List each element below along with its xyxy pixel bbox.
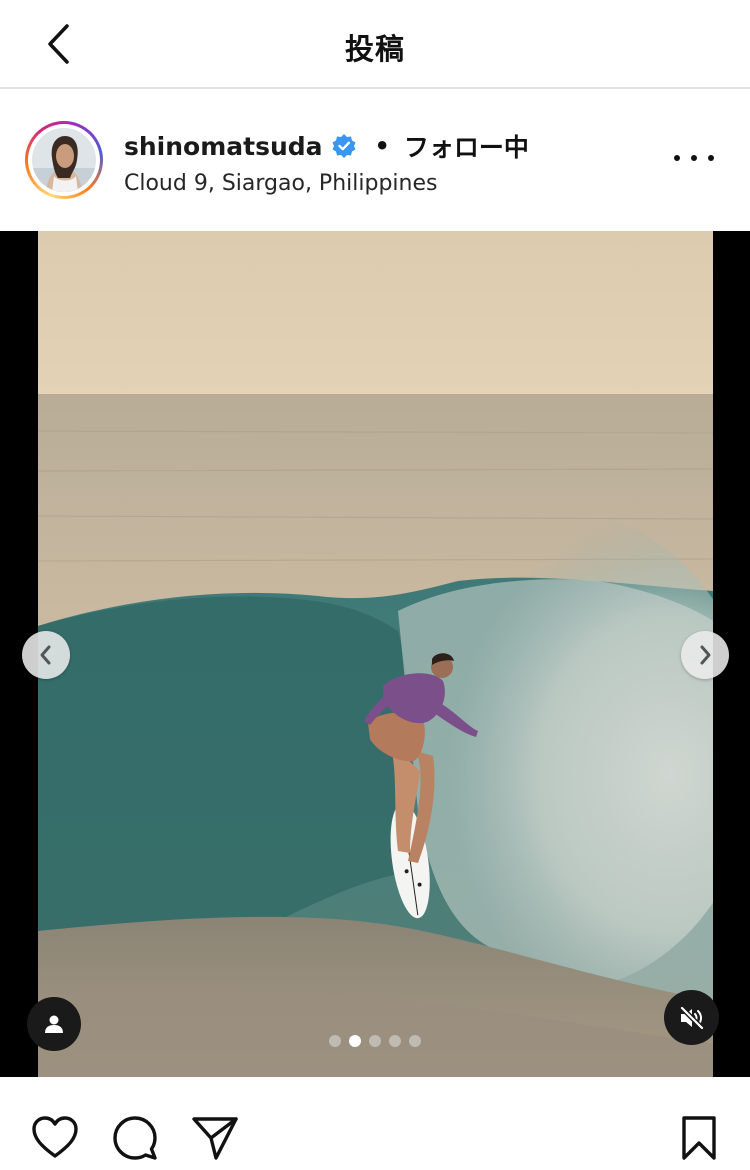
post-media[interactable] bbox=[0, 231, 750, 1077]
carousel-indicator bbox=[329, 1035, 421, 1047]
verified-badge-icon bbox=[332, 134, 356, 158]
avatar bbox=[32, 128, 96, 192]
page-title: 投稿 bbox=[344, 32, 405, 66]
surf-photo bbox=[38, 231, 713, 1077]
carousel-dot bbox=[329, 1035, 341, 1047]
username-link[interactable]: shinomatsuda bbox=[124, 132, 323, 161]
heart-icon bbox=[32, 1116, 78, 1158]
follow-status[interactable]: フォロー中 bbox=[404, 128, 529, 164]
like-button[interactable] bbox=[30, 1113, 80, 1163]
post-actions bbox=[0, 1077, 750, 1170]
more-options-button[interactable] bbox=[674, 143, 714, 173]
send-icon bbox=[192, 1117, 238, 1160]
top-bar: 投稿 bbox=[0, 0, 750, 89]
chevron-right-icon bbox=[700, 645, 711, 665]
speaker-muted-icon bbox=[679, 1005, 704, 1030]
carousel-next-button[interactable] bbox=[681, 631, 729, 679]
mute-toggle-button[interactable] bbox=[664, 990, 719, 1045]
chevron-left-icon bbox=[40, 645, 51, 665]
carousel-dot-active bbox=[349, 1035, 361, 1047]
location-link[interactable]: Cloud 9, Siargao, Philippines bbox=[124, 171, 437, 196]
avatar-story-ring[interactable] bbox=[25, 121, 103, 199]
share-button[interactable] bbox=[190, 1113, 240, 1163]
tagged-users-button[interactable] bbox=[27, 997, 81, 1051]
carousel-dot bbox=[369, 1035, 381, 1047]
carousel-dot bbox=[409, 1035, 421, 1047]
post-header: shinomatsuda • フォロー中 Cloud 9, Siargao, P… bbox=[0, 91, 750, 231]
carousel-prev-button[interactable] bbox=[22, 631, 70, 679]
more-horizontal-icon bbox=[674, 155, 680, 161]
user-tag-icon bbox=[45, 1015, 63, 1033]
comment-button[interactable] bbox=[110, 1113, 160, 1163]
bookmark-icon bbox=[682, 1116, 716, 1160]
save-button[interactable] bbox=[674, 1113, 724, 1163]
user-row: shinomatsuda • フォロー中 bbox=[124, 129, 529, 163]
separator-dot: • bbox=[374, 132, 390, 160]
carousel-dot bbox=[389, 1035, 401, 1047]
comment-bubble-icon bbox=[113, 1116, 157, 1160]
